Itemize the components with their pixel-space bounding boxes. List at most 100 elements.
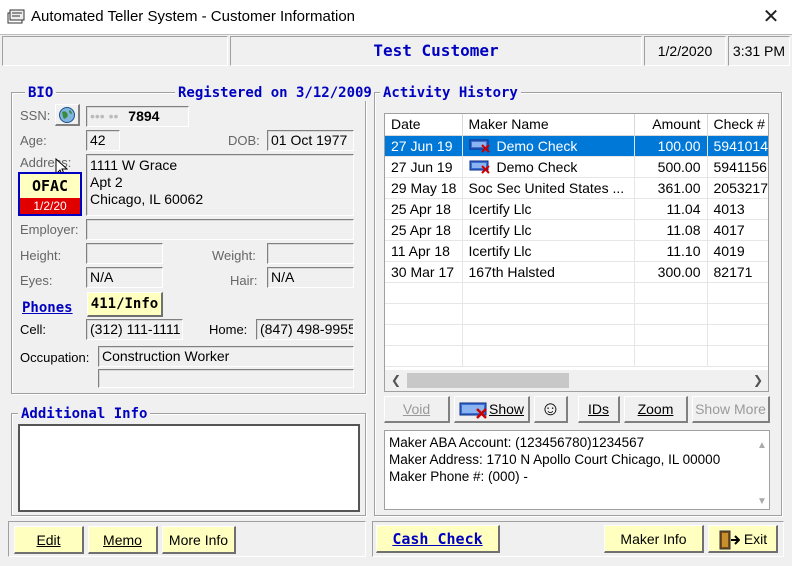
occupation-field-2[interactable] bbox=[98, 369, 354, 388]
address-line-1: 1111 W Grace bbox=[90, 157, 178, 173]
hair-field[interactable]: N/A bbox=[267, 267, 354, 288]
table-row[interactable]: 25 Apr 18 Icertify Llc 11.08 4017 bbox=[385, 219, 768, 241]
col-header-amount[interactable]: Amount bbox=[634, 114, 708, 136]
cell-amount: 300.00 bbox=[634, 261, 708, 283]
cell-label: Cell: bbox=[20, 322, 47, 337]
activity-table-container: Date Maker Name Amount Check # 27 Jun 19… bbox=[384, 113, 769, 392]
close-icon[interactable]: ✕ bbox=[760, 4, 782, 29]
weight-field[interactable] bbox=[267, 243, 354, 264]
smiley-button[interactable]: ☺ bbox=[534, 396, 568, 423]
check-icon bbox=[469, 139, 490, 153]
table-row[interactable]: 27 Jun 19 Demo Check 100.00 5941014 bbox=[385, 135, 768, 157]
cell-field[interactable]: (312) 111-1111 bbox=[86, 319, 183, 340]
teller-app-icon bbox=[7, 9, 25, 24]
cell-maker: Icertify Llc bbox=[462, 198, 635, 220]
address-field[interactable]: 1111 W Grace Apt 2 Chicago, IL 60062 bbox=[86, 154, 354, 216]
cash-check-button[interactable]: Cash Check bbox=[376, 525, 500, 553]
cell-maker: Icertify Llc bbox=[462, 219, 635, 241]
col-header-check[interactable]: Check # bbox=[707, 114, 768, 136]
table-row[interactable]: 27 Jun 19 Demo Check 500.00 5941156 bbox=[385, 156, 768, 178]
title-bar: Automated Teller System - Customer Infor… bbox=[0, 0, 792, 34]
scroll-left-icon[interactable]: ❮ bbox=[391, 373, 401, 387]
dob-field[interactable]: 01 Oct 1977 bbox=[267, 130, 354, 151]
employer-field[interactable] bbox=[86, 219, 354, 240]
eyes-label: Eyes: bbox=[20, 273, 53, 288]
cell-maker: 167th Halsted bbox=[462, 261, 635, 283]
cell-amount: 361.00 bbox=[634, 177, 708, 199]
maker-aba-line: Maker ABA Account: (123456780)1234567 bbox=[389, 435, 645, 450]
cell-date: 11 Apr 18 bbox=[385, 240, 463, 262]
activity-legend: Activity History bbox=[380, 85, 521, 101]
height-field[interactable] bbox=[86, 243, 163, 264]
empty-row bbox=[385, 303, 768, 325]
ssn-field[interactable]: ••• •• 7894 bbox=[86, 106, 189, 127]
cell-date: 29 May 18 bbox=[385, 177, 463, 199]
ofac-date: 1/2/20 bbox=[20, 198, 80, 214]
check-show-icon bbox=[459, 402, 487, 420]
smiley-icon: ☺ bbox=[540, 398, 561, 420]
edit-button[interactable]: Edit bbox=[14, 526, 84, 554]
col-header-date[interactable]: Date bbox=[385, 114, 463, 136]
additional-info-textarea[interactable] bbox=[18, 424, 360, 512]
eyes-field[interactable]: N/A bbox=[86, 267, 163, 288]
info-411-button[interactable]: 411/Info bbox=[87, 292, 163, 317]
cell-date: 25 Apr 18 bbox=[385, 219, 463, 241]
address-line-2: Apt 2 bbox=[90, 174, 123, 190]
more-info-button[interactable]: More Info bbox=[162, 526, 236, 554]
col-header-maker[interactable]: Maker Name bbox=[462, 114, 635, 136]
maker-detail-box[interactable]: Maker ABA Account: (123456780)1234567 Ma… bbox=[384, 430, 770, 510]
maker-info-button[interactable]: Maker Info bbox=[604, 525, 704, 553]
cell-amount: 500.00 bbox=[634, 156, 708, 178]
age-field[interactable]: 42 bbox=[86, 130, 120, 151]
scrollbar-thumb[interactable] bbox=[407, 373, 569, 388]
phones-link[interactable]: Phones bbox=[22, 300, 73, 316]
scroll-right-icon[interactable]: ❯ bbox=[753, 373, 763, 387]
cell-check: 5941156 bbox=[707, 156, 768, 178]
horizontal-scrollbar[interactable]: ❮ ❯ bbox=[385, 370, 768, 391]
cell-amount: 11.04 bbox=[634, 198, 708, 220]
scroll-up-icon[interactable]: ▲ bbox=[757, 437, 767, 454]
check-icon bbox=[469, 160, 490, 174]
ssn-label: SSN: bbox=[20, 108, 51, 123]
customer-name-panel: Test Customer bbox=[230, 36, 642, 66]
ofac-label: OFAC bbox=[31, 177, 69, 195]
height-label: Height: bbox=[20, 248, 62, 263]
additional-info-legend: Additional Info bbox=[18, 406, 151, 422]
cell-amount: 11.08 bbox=[634, 219, 708, 241]
status-time: 3:31 PM bbox=[728, 36, 790, 66]
weight-label: Weight: bbox=[212, 248, 256, 263]
ids-button[interactable]: IDs bbox=[578, 396, 620, 423]
cell-check: 82171 bbox=[707, 261, 768, 283]
zoom-button[interactable]: Zoom bbox=[624, 396, 688, 423]
occupation-label: Occupation: bbox=[20, 350, 90, 365]
table-row[interactable]: 30 Mar 17 167th Halsted 300.00 82171 bbox=[385, 261, 768, 283]
cell-check: 2053217 bbox=[707, 177, 768, 199]
cell-maker: Icertify Llc bbox=[462, 240, 635, 262]
home-field[interactable]: (847) 498-9955 bbox=[256, 319, 354, 340]
table-row[interactable]: 11 Apr 18 Icertify Llc 11.10 4019 bbox=[385, 240, 768, 262]
table-row[interactable]: 29 May 18 Soc Sec United States ... 361.00… bbox=[385, 177, 768, 199]
scroll-down-icon[interactable]: ▼ bbox=[757, 493, 767, 510]
cell-amount: 100.00 bbox=[634, 135, 708, 157]
cell-date: 25 Apr 18 bbox=[385, 198, 463, 220]
globe-button[interactable] bbox=[55, 104, 80, 126]
table-row[interactable]: 25 Apr 18 Icertify Llc 11.04 4013 bbox=[385, 198, 768, 220]
ofac-button[interactable]: OFAC 1/2/20 bbox=[18, 172, 82, 216]
bio-legend: BIO bbox=[25, 85, 57, 101]
show-button[interactable]: Show bbox=[454, 396, 530, 423]
cell-maker: Demo Check bbox=[462, 135, 635, 157]
memo-button[interactable]: Memo bbox=[88, 526, 158, 554]
exit-button[interactable]: Exit bbox=[708, 525, 778, 553]
home-label: Home: bbox=[209, 322, 248, 337]
activity-table: Date Maker Name Amount Check # 27 Jun 19… bbox=[385, 114, 768, 367]
employer-label: Employer: bbox=[20, 222, 79, 237]
cell-check: 4017 bbox=[707, 219, 768, 241]
cell-check: 4019 bbox=[707, 240, 768, 262]
address-line-3: Chicago, IL 60062 bbox=[90, 191, 204, 207]
occupation-field[interactable]: Construction Worker bbox=[98, 346, 354, 367]
exit-door-icon bbox=[719, 530, 741, 550]
empty-row bbox=[385, 324, 768, 346]
window-title: Automated Teller System - Customer Infor… bbox=[31, 8, 356, 25]
show-more-button[interactable]: Show More bbox=[692, 396, 770, 423]
void-button[interactable]: Void bbox=[384, 396, 450, 423]
